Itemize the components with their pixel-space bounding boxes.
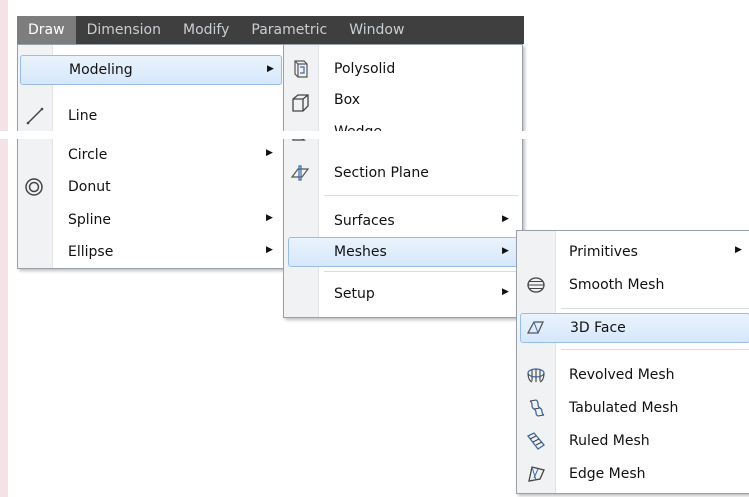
meshes-item-smooth-mesh[interactable]: Smooth Mesh bbox=[517, 270, 749, 300]
draw-item-circle-label: Circle bbox=[68, 147, 108, 163]
tabulated-mesh-icon bbox=[526, 397, 546, 419]
submenu-arrow-icon: ▶ bbox=[266, 245, 273, 255]
draw-item-modeling[interactable]: Modeling ▶ bbox=[20, 55, 282, 85]
modeling-item-polysolid[interactable]: Polysolid bbox=[284, 54, 520, 84]
modeling-item-polysolid-label: Polysolid bbox=[334, 61, 396, 77]
submenu-arrow-icon: ▶ bbox=[502, 287, 509, 297]
ruled-mesh-icon bbox=[526, 430, 546, 452]
modeling-item-section-plane[interactable]: Section Plane bbox=[284, 158, 520, 188]
submenu-arrow-icon: ▶ bbox=[502, 214, 509, 224]
draw-item-ellipse[interactable]: Ellipse ▶ bbox=[18, 237, 282, 267]
submenu-arrow-icon: ▶ bbox=[735, 245, 742, 255]
edge-mesh-icon bbox=[526, 463, 546, 485]
meshes-item-revolved-mesh-label: Revolved Mesh bbox=[569, 367, 675, 383]
donut-icon bbox=[24, 176, 44, 198]
revolved-mesh-icon bbox=[526, 364, 546, 386]
polysolid-icon bbox=[291, 58, 311, 80]
meshes-item-ruled-mesh-label: Ruled Mesh bbox=[569, 433, 650, 449]
section-plane-icon bbox=[290, 162, 310, 184]
menubar-window[interactable]: Window bbox=[338, 16, 415, 44]
modeling-separator bbox=[324, 271, 518, 272]
modeling-item-setup[interactable]: Setup ▶ bbox=[284, 279, 520, 309]
submenu-arrow-icon: ▶ bbox=[267, 64, 274, 74]
modeling-item-meshes-label: Meshes bbox=[334, 244, 387, 260]
3d-face-icon bbox=[526, 317, 546, 339]
meshes-item-ruled-mesh[interactable]: Ruled Mesh bbox=[517, 426, 749, 456]
modeling-item-box-label: Box bbox=[334, 92, 361, 108]
meshes-item-smooth-mesh-label: Smooth Mesh bbox=[569, 277, 665, 293]
modeling-item-surfaces-label: Surfaces bbox=[334, 213, 395, 229]
line-icon bbox=[25, 105, 45, 127]
draw-item-modeling-label: Modeling bbox=[69, 62, 133, 78]
draw-menu: Modeling ▶ Line Circle ▶ Donut Spline ▶ … bbox=[17, 44, 285, 269]
meshes-item-primitives-label: Primitives bbox=[569, 244, 638, 260]
meshes-separator bbox=[561, 349, 749, 350]
box-icon bbox=[290, 92, 310, 114]
draw-item-donut[interactable]: Donut bbox=[18, 172, 282, 202]
draw-item-line-label: Line bbox=[68, 108, 98, 124]
modeling-item-meshes[interactable]: Meshes ▶ bbox=[288, 237, 518, 267]
modeling-separator bbox=[324, 195, 518, 196]
draw-item-spline-label: Spline bbox=[68, 212, 112, 228]
menu-bar: Draw Dimension Modify Parametric Window bbox=[17, 16, 524, 44]
menubar-draw[interactable]: Draw bbox=[17, 16, 76, 44]
modeling-item-surfaces[interactable]: Surfaces ▶ bbox=[284, 206, 520, 236]
meshes-item-edge-mesh[interactable]: Edge Mesh bbox=[517, 459, 749, 489]
draw-item-ellipse-label: Ellipse bbox=[68, 244, 114, 260]
meshes-item-3d-face[interactable]: 3D Face bbox=[520, 313, 749, 343]
meshes-item-tabulated-mesh[interactable]: Tabulated Mesh bbox=[517, 393, 749, 423]
meshes-separator bbox=[561, 308, 749, 309]
smooth-mesh-icon bbox=[526, 274, 546, 296]
meshes-item-primitives[interactable]: Primitives ▶ bbox=[517, 237, 749, 267]
draw-item-spline[interactable]: Spline ▶ bbox=[18, 205, 282, 235]
menubar-dimension[interactable]: Dimension bbox=[76, 16, 172, 44]
menubar-modify[interactable]: Modify bbox=[172, 16, 240, 44]
screenshot-gap bbox=[0, 131, 560, 139]
modeling-item-setup-label: Setup bbox=[334, 286, 375, 302]
modeling-item-box[interactable]: Box bbox=[284, 88, 520, 118]
menubar-parametric[interactable]: Parametric bbox=[240, 16, 338, 44]
meshes-item-edge-mesh-label: Edge Mesh bbox=[569, 466, 646, 482]
modeling-item-section-plane-label: Section Plane bbox=[334, 165, 429, 181]
meshes-item-revolved-mesh[interactable]: Revolved Mesh bbox=[517, 360, 749, 390]
submenu-arrow-icon: ▶ bbox=[266, 213, 273, 223]
submenu-arrow-icon: ▶ bbox=[502, 246, 509, 256]
modeling-submenu: Polysolid Box Wedge Section Plane Surfac… bbox=[283, 44, 523, 318]
meshes-submenu: Primitives ▶ Smooth Mesh 3D Face Revolve… bbox=[516, 230, 749, 494]
meshes-item-3d-face-label: 3D Face bbox=[570, 320, 626, 336]
draw-item-circle[interactable]: Circle ▶ bbox=[18, 140, 282, 170]
meshes-item-tabulated-mesh-label: Tabulated Mesh bbox=[569, 400, 679, 416]
draw-item-donut-label: Donut bbox=[68, 179, 111, 195]
draw-item-line[interactable]: Line bbox=[18, 101, 282, 131]
submenu-arrow-icon: ▶ bbox=[266, 148, 273, 158]
